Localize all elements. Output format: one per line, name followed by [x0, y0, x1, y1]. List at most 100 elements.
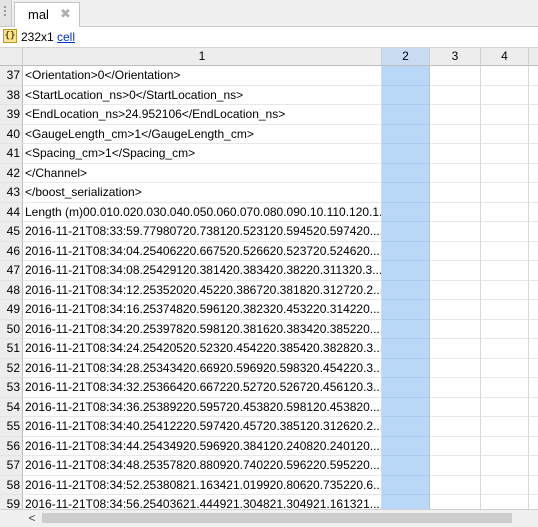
tab-mal[interactable]: mal ✖: [14, 2, 80, 28]
row-number-header[interactable]: 53: [0, 378, 23, 398]
cell-col-1[interactable]: <GaugeLength_cm>1</GaugeLength_cm>: [23, 124, 382, 144]
horizontal-scrollbar[interactable]: <: [0, 509, 538, 527]
cell-col-4[interactable]: [481, 339, 529, 359]
cell-col-1[interactable]: <Orientation>0</Orientation>: [23, 66, 382, 86]
cell-col-4[interactable]: [481, 319, 529, 339]
cell-col-4[interactable]: [481, 183, 529, 203]
cell-col-5[interactable]: [529, 475, 538, 495]
cell-col-2[interactable]: [382, 300, 430, 320]
row-number-header[interactable]: 52: [0, 358, 23, 378]
row-number-header[interactable]: 41: [0, 144, 23, 164]
cell-col-5[interactable]: [529, 66, 538, 86]
cell-col-4[interactable]: [481, 105, 529, 125]
cell-col-2[interactable]: [382, 222, 430, 242]
cell-col-4[interactable]: [481, 163, 529, 183]
cell-col-1[interactable]: 2016-11-21T08:34:44.25434920.596920.3841…: [23, 436, 382, 456]
scrollbar-thumb[interactable]: [42, 513, 512, 523]
cell-col-5[interactable]: [529, 436, 538, 456]
cell-col-3[interactable]: [430, 183, 481, 203]
cell-col-2[interactable]: [382, 144, 430, 164]
cell-col-3[interactable]: [430, 261, 481, 281]
cell-col-3[interactable]: [430, 475, 481, 495]
cell-col-3[interactable]: [430, 163, 481, 183]
cell-col-4[interactable]: [481, 202, 529, 222]
cell-col-3[interactable]: [430, 144, 481, 164]
cell-col-4[interactable]: [481, 85, 529, 105]
cell-col-4[interactable]: [481, 300, 529, 320]
cell-col-5[interactable]: [529, 163, 538, 183]
cell-col-1[interactable]: <Spacing_cm>1</Spacing_cm>: [23, 144, 382, 164]
row-number-header[interactable]: 51: [0, 339, 23, 359]
cell-col-1[interactable]: 2016-11-21T08:34:04.25406220.667520.5266…: [23, 241, 382, 261]
cell-col-1[interactable]: <StartLocation_ns>0</StartLocation_ns>: [23, 85, 382, 105]
row-number-header[interactable]: 50: [0, 319, 23, 339]
class-link[interactable]: cell: [57, 30, 75, 44]
column-header-2[interactable]: 2: [382, 48, 430, 66]
cell-col-3[interactable]: [430, 339, 481, 359]
cell-col-5[interactable]: [529, 105, 538, 125]
cell-col-4[interactable]: [481, 124, 529, 144]
cell-col-5[interactable]: [529, 378, 538, 398]
row-number-header[interactable]: 45: [0, 222, 23, 242]
cell-col-5[interactable]: [529, 300, 538, 320]
cell-col-3[interactable]: [430, 280, 481, 300]
cell-col-1[interactable]: Length (m)00.010.020.030.040.050.060.070…: [23, 202, 382, 222]
cell-col-4[interactable]: [481, 436, 529, 456]
cell-col-2[interactable]: [382, 417, 430, 437]
cell-col-4[interactable]: [481, 144, 529, 164]
row-number-header[interactable]: 57: [0, 456, 23, 476]
cell-col-2[interactable]: [382, 183, 430, 203]
cell-col-2[interactable]: [382, 378, 430, 398]
cell-col-1[interactable]: 2016-11-21T08:34:28.25343420.66920.59692…: [23, 358, 382, 378]
column-header-1[interactable]: 1: [23, 48, 382, 66]
cell-col-1[interactable]: 2016-11-21T08:34:12.25352020.45220.38672…: [23, 280, 382, 300]
row-number-header[interactable]: 48: [0, 280, 23, 300]
cell-col-3[interactable]: [430, 85, 481, 105]
cell-col-5[interactable]: [529, 417, 538, 437]
cell-col-3[interactable]: [430, 202, 481, 222]
cell-col-3[interactable]: [430, 124, 481, 144]
row-number-header[interactable]: 42: [0, 163, 23, 183]
row-number-header[interactable]: 49: [0, 300, 23, 320]
cell-col-1[interactable]: <EndLocation_ns>24.952106</EndLocation_n…: [23, 105, 382, 125]
cell-col-5[interactable]: [529, 339, 538, 359]
cell-col-5[interactable]: [529, 456, 538, 476]
cell-col-1[interactable]: 2016-11-21T08:34:24.25420520.52320.45422…: [23, 339, 382, 359]
cell-col-5[interactable]: [529, 358, 538, 378]
cell-col-1[interactable]: </Channel>: [23, 163, 382, 183]
cell-col-1[interactable]: 2016-11-21T08:34:32.25366420.667220.5272…: [23, 378, 382, 398]
cell-col-2[interactable]: [382, 66, 430, 86]
close-icon[interactable]: ✖: [60, 6, 71, 22]
cell-col-2[interactable]: [382, 124, 430, 144]
cell-col-5[interactable]: [529, 261, 538, 281]
cell-col-4[interactable]: [481, 475, 529, 495]
cell-col-2[interactable]: [382, 456, 430, 476]
cell-col-3[interactable]: [430, 300, 481, 320]
cell-col-5[interactable]: [529, 319, 538, 339]
row-number-header[interactable]: 47: [0, 261, 23, 281]
cell-col-4[interactable]: [481, 280, 529, 300]
column-header-5[interactable]: [529, 48, 538, 66]
cell-col-2[interactable]: [382, 339, 430, 359]
cell-col-1[interactable]: 2016-11-21T08:33:59.77980720.738120.5231…: [23, 222, 382, 242]
row-number-header[interactable]: 58: [0, 475, 23, 495]
corner-header[interactable]: [0, 48, 23, 66]
cell-col-3[interactable]: [430, 358, 481, 378]
cell-col-2[interactable]: [382, 319, 430, 339]
cell-col-2[interactable]: [382, 163, 430, 183]
cell-col-4[interactable]: [481, 66, 529, 86]
cell-col-1[interactable]: 2016-11-21T08:34:08.25429120.381420.3834…: [23, 261, 382, 281]
row-number-header[interactable]: 55: [0, 417, 23, 437]
cell-col-5[interactable]: [529, 280, 538, 300]
cell-col-4[interactable]: [481, 241, 529, 261]
tab-grip-handle[interactable]: [0, 0, 12, 26]
cell-col-5[interactable]: [529, 241, 538, 261]
row-number-header[interactable]: 39: [0, 105, 23, 125]
cell-col-3[interactable]: [430, 436, 481, 456]
cell-col-3[interactable]: [430, 456, 481, 476]
cell-col-1[interactable]: 2016-11-21T08:34:16.25374820.596120.3823…: [23, 300, 382, 320]
column-header-3[interactable]: 3: [430, 48, 481, 66]
cell-col-3[interactable]: [430, 241, 481, 261]
row-number-header[interactable]: 40: [0, 124, 23, 144]
cell-col-5[interactable]: [529, 202, 538, 222]
